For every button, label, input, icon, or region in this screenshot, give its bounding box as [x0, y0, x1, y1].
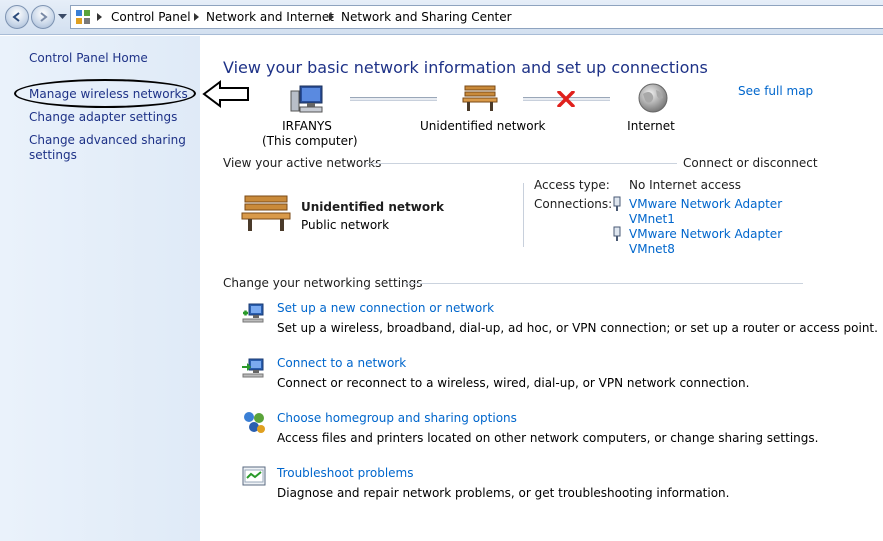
new-connection-icon [242, 303, 264, 323]
computer-icon[interactable] [288, 83, 324, 115]
annotation-arrow-icon [202, 80, 249, 108]
troubleshoot-problems-desc: Diagnose and repair network problems, or… [277, 486, 730, 500]
computer-name: IRFANYS [282, 119, 332, 133]
breadcrumb-control-panel[interactable]: Control Panel [111, 10, 191, 24]
section-divider [367, 163, 677, 164]
connect-to-network-desc: Connect or reconnect to a wireless, wire… [277, 376, 750, 390]
adapter-line1: VMware Network Adapter [629, 227, 783, 241]
address-bar: Control Panel Network and Internet Netwo… [0, 0, 883, 35]
back-arrow-icon [12, 12, 20, 22]
see-full-map-link[interactable]: See full map [738, 84, 813, 98]
adapter-line2: VMnet1 [629, 212, 675, 226]
breadcrumb-separator[interactable] [194, 13, 199, 21]
back-button[interactable] [5, 5, 29, 29]
breadcrumb-separator[interactable] [329, 13, 334, 21]
forward-arrow-icon [40, 12, 48, 22]
park-bench-icon [241, 195, 291, 231]
network-adapter-icon [613, 196, 621, 211]
connect-to-network-link[interactable]: Connect to a network [277, 356, 406, 370]
change-advanced-sharing-settings-link[interactable]: Change advanced sharing settings [29, 133, 189, 163]
map-link-line [350, 97, 437, 101]
map-network-label: Unidentified network [420, 119, 546, 133]
homegroup-sharing-desc: Access files and printers located on oth… [277, 431, 819, 445]
active-network-name: Unidentified network [301, 200, 444, 214]
breadcrumb-network-and-internet[interactable]: Network and Internet [206, 10, 334, 24]
annotation-ellipse [14, 79, 196, 108]
connect-network-icon [242, 358, 264, 378]
connections-label: Connections: [534, 197, 613, 211]
access-type-label: Access type: [534, 178, 610, 192]
recent-pages-dropdown[interactable] [58, 14, 67, 20]
computer-sub: (This computer) [262, 134, 358, 148]
forward-button[interactable] [31, 5, 55, 29]
connect-or-disconnect-link[interactable]: Connect or disconnect [683, 156, 818, 170]
vertical-divider [523, 183, 524, 247]
networking-settings-heading: Change your networking settings [223, 276, 423, 290]
troubleshoot-problems-link[interactable]: Troubleshoot problems [277, 466, 413, 480]
globe-icon[interactable] [637, 82, 669, 114]
homegroup-sharing-link[interactable]: Choose homegroup and sharing options [277, 411, 517, 425]
breadcrumb-network-and-sharing-center[interactable]: Network and Sharing Center [341, 10, 512, 24]
connection-vmnet1-link[interactable]: VMware Network Adapter VMnet1 [629, 197, 782, 227]
control-panel-home-link[interactable]: Control Panel Home [29, 51, 148, 66]
red-x-icon [557, 91, 575, 107]
page-title: View your basic network information and … [223, 58, 708, 77]
change-adapter-settings-link[interactable]: Change adapter settings [29, 110, 177, 125]
map-internet-label: Internet [627, 119, 675, 133]
homegroup-icon [244, 412, 265, 433]
control-panel-icon [76, 10, 90, 24]
park-bench-icon[interactable] [462, 84, 498, 112]
adapter-line1: VMware Network Adapter [629, 197, 783, 211]
breadcrumb[interactable]: Control Panel Network and Internet Netwo… [70, 5, 883, 29]
troubleshoot-icon [242, 466, 266, 486]
section-divider [405, 283, 803, 284]
active-networks-heading: View your active networks [223, 156, 382, 170]
setup-new-connection-link[interactable]: Set up a new connection or network [277, 301, 494, 315]
connection-vmnet8-link[interactable]: VMware Network Adapter VMnet8 [629, 227, 782, 257]
adapter-line2: VMnet8 [629, 242, 675, 256]
network-type[interactable]: Public network [301, 218, 389, 232]
setup-new-connection-desc: Set up a wireless, broadband, dial-up, a… [277, 321, 878, 335]
breadcrumb-separator[interactable] [97, 13, 102, 21]
network-adapter-icon [613, 226, 621, 241]
access-type-value: No Internet access [629, 178, 742, 192]
